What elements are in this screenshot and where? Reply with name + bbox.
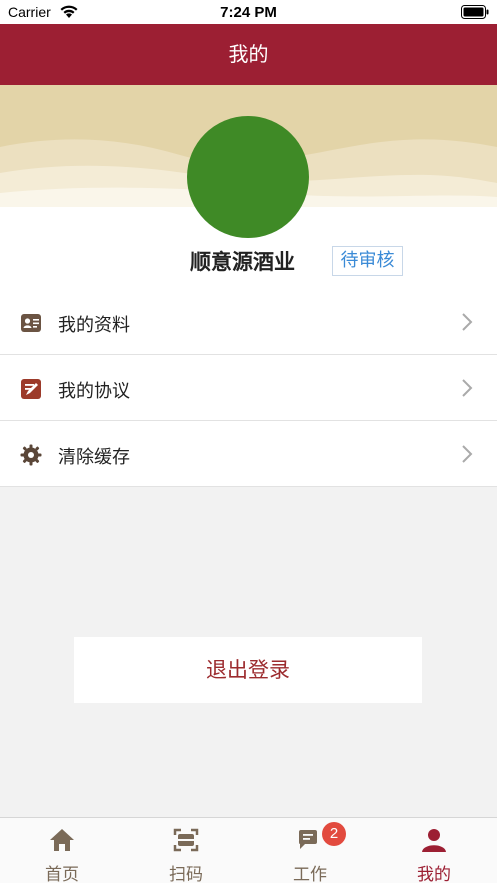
tab-bar: 首页 扫码 2 工作 我的 [0, 817, 497, 883]
user-icon [422, 829, 446, 852]
tab-label: 工作 [293, 865, 327, 883]
username: 顺意源酒业 [190, 250, 295, 274]
chevron-right-icon [462, 445, 473, 463]
document-edit-icon [21, 379, 41, 399]
notification-badge: 2 [322, 822, 346, 846]
chevron-right-icon [462, 379, 473, 397]
avatar[interactable] [187, 116, 309, 238]
menu-item-label: 我的协议 [58, 381, 130, 402]
tab-mine[interactable]: 我的 [372, 818, 496, 883]
status-bar: Carrier 7:24 PM [0, 0, 497, 24]
chevron-right-icon [462, 313, 473, 331]
home-icon [50, 829, 74, 851]
menu-item-profile[interactable]: 我的资料 [0, 289, 497, 355]
menu-item-label: 我的资料 [58, 315, 130, 336]
status-badge: 待审核 [332, 246, 403, 276]
id-card-icon [21, 314, 41, 332]
chat-icon [299, 830, 317, 849]
menu-list: 我的资料 我的协议 清除缓存 [0, 289, 497, 487]
tab-scan[interactable]: 扫码 [124, 818, 248, 883]
tab-work[interactable]: 2 工作 [248, 818, 372, 883]
menu-item-agreement[interactable]: 我的协议 [0, 355, 497, 421]
menu-item-label: 清除缓存 [58, 447, 130, 468]
menu-item-clear-cache[interactable]: 清除缓存 [0, 421, 497, 487]
tab-label: 我的 [417, 865, 451, 883]
tab-label: 首页 [45, 865, 79, 883]
tab-home[interactable]: 首页 [0, 818, 124, 883]
clock: 7:24 PM [220, 4, 277, 21]
page-title: 我的 [228, 42, 269, 66]
battery-icon [461, 5, 489, 19]
logout-button[interactable]: 退出登录 [74, 637, 422, 703]
gear-icon [20, 444, 42, 466]
nav-bar: 我的 [0, 24, 497, 85]
tab-label: 扫码 [169, 865, 203, 883]
scan-icon [173, 828, 199, 852]
